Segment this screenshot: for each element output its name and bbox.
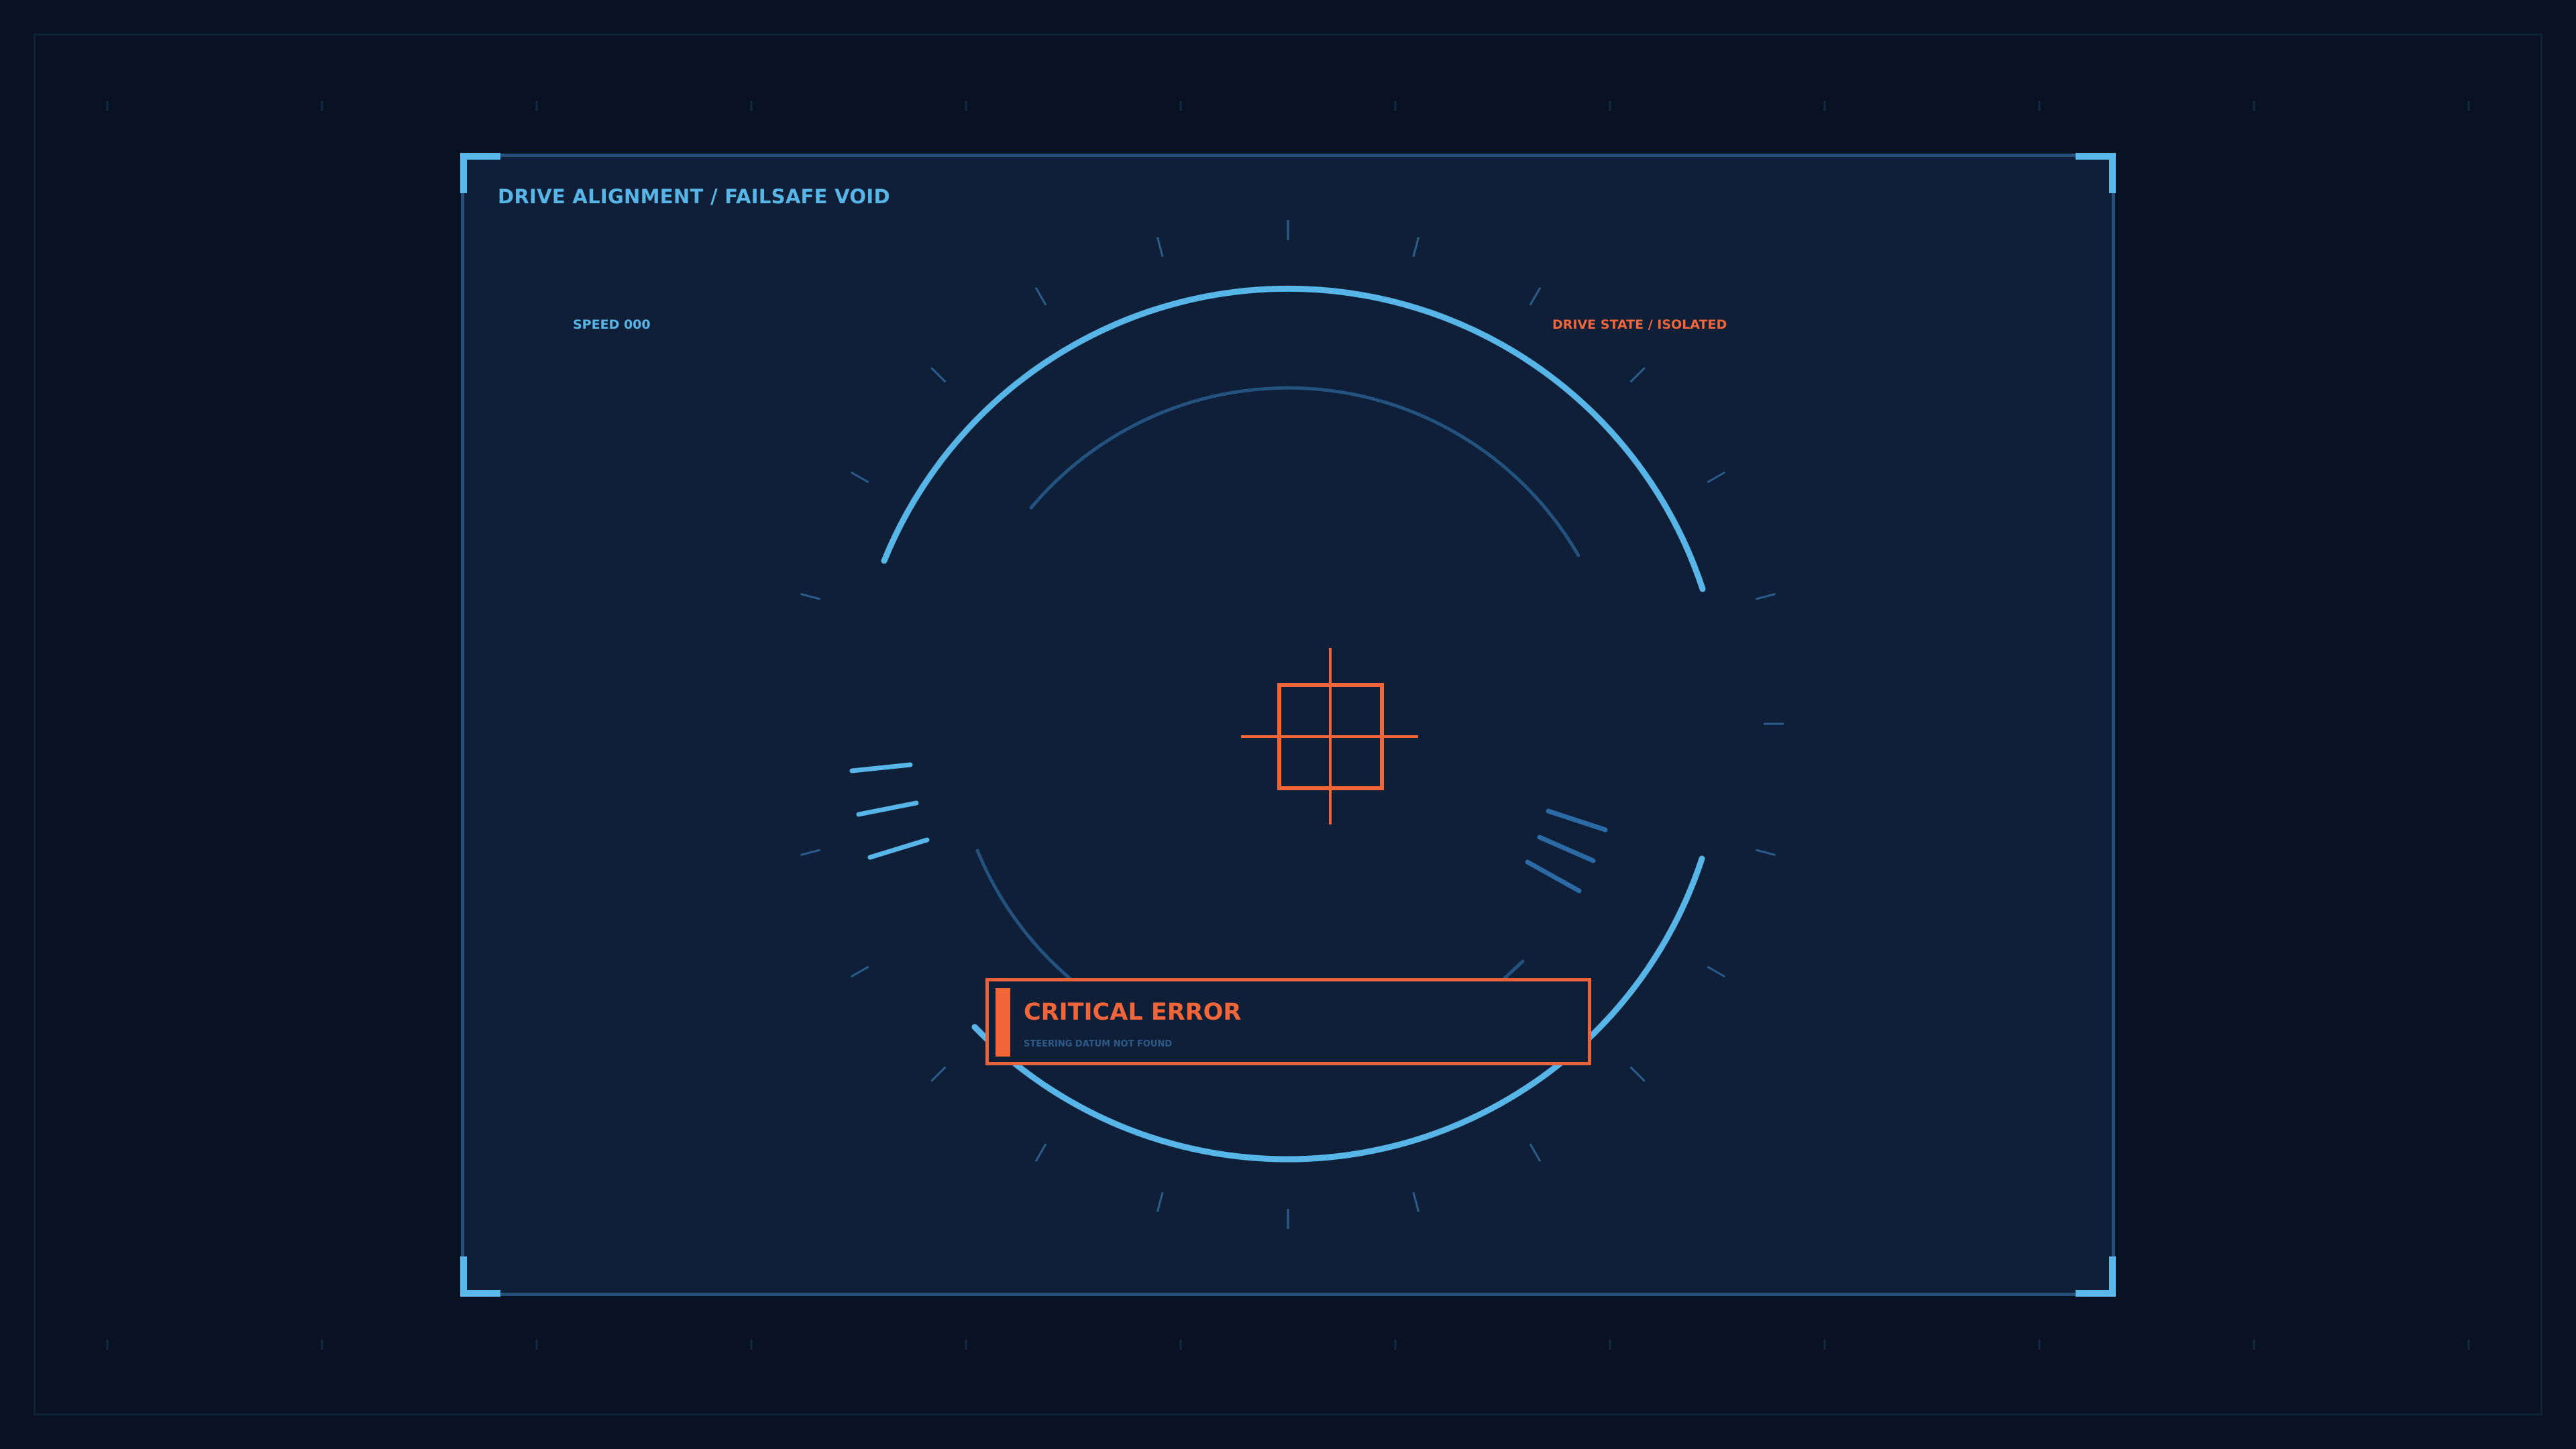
gauge-tick	[1756, 849, 1776, 857]
error-title: CRITICAL ERROR	[1024, 999, 1242, 1026]
outer-arc-top	[881, 285, 1706, 592]
gauge-tick-ring	[800, 220, 1776, 1229]
gauge-tick	[1412, 1192, 1420, 1212]
right-speed-lines	[1525, 808, 1608, 894]
gauge-tick	[850, 965, 869, 978]
gauge-tick	[800, 592, 820, 600]
gauge-tick	[930, 1066, 947, 1082]
steering-gauge	[800, 220, 1784, 1229]
crosshair-reticle-icon	[1241, 648, 1418, 824]
gauge-tick	[800, 849, 820, 857]
gauge-tick	[1707, 965, 1726, 978]
gauge-tick	[1156, 1192, 1164, 1212]
gauge-tick	[1707, 471, 1726, 484]
gauge-tick	[1156, 237, 1164, 257]
gauge-tick	[1529, 1143, 1542, 1163]
error-subtitle: STEERING DATUM NOT FOUND	[1024, 1039, 1173, 1049]
alert-marker-icon	[996, 988, 1010, 1057]
gauge-tick	[1412, 237, 1420, 257]
gauge-tick	[1629, 1066, 1646, 1082]
gauge-tick	[1034, 1143, 1047, 1163]
left-speed-lines	[849, 762, 930, 860]
gauge-tick	[1756, 592, 1776, 600]
gauge-tick	[1034, 286, 1047, 306]
inner-arc-bottom	[975, 849, 1075, 983]
inner-arc-top	[1029, 386, 1580, 557]
gauge-tick	[1529, 286, 1542, 306]
critical-error-banner: CRITICAL ERROR STEERING DATUM NOT FOUND	[985, 978, 1591, 1065]
gauge-tick	[850, 471, 869, 484]
gauge-tick	[930, 367, 947, 383]
inner-arc-segment	[1503, 959, 1525, 980]
gauge-tick	[1629, 367, 1646, 383]
